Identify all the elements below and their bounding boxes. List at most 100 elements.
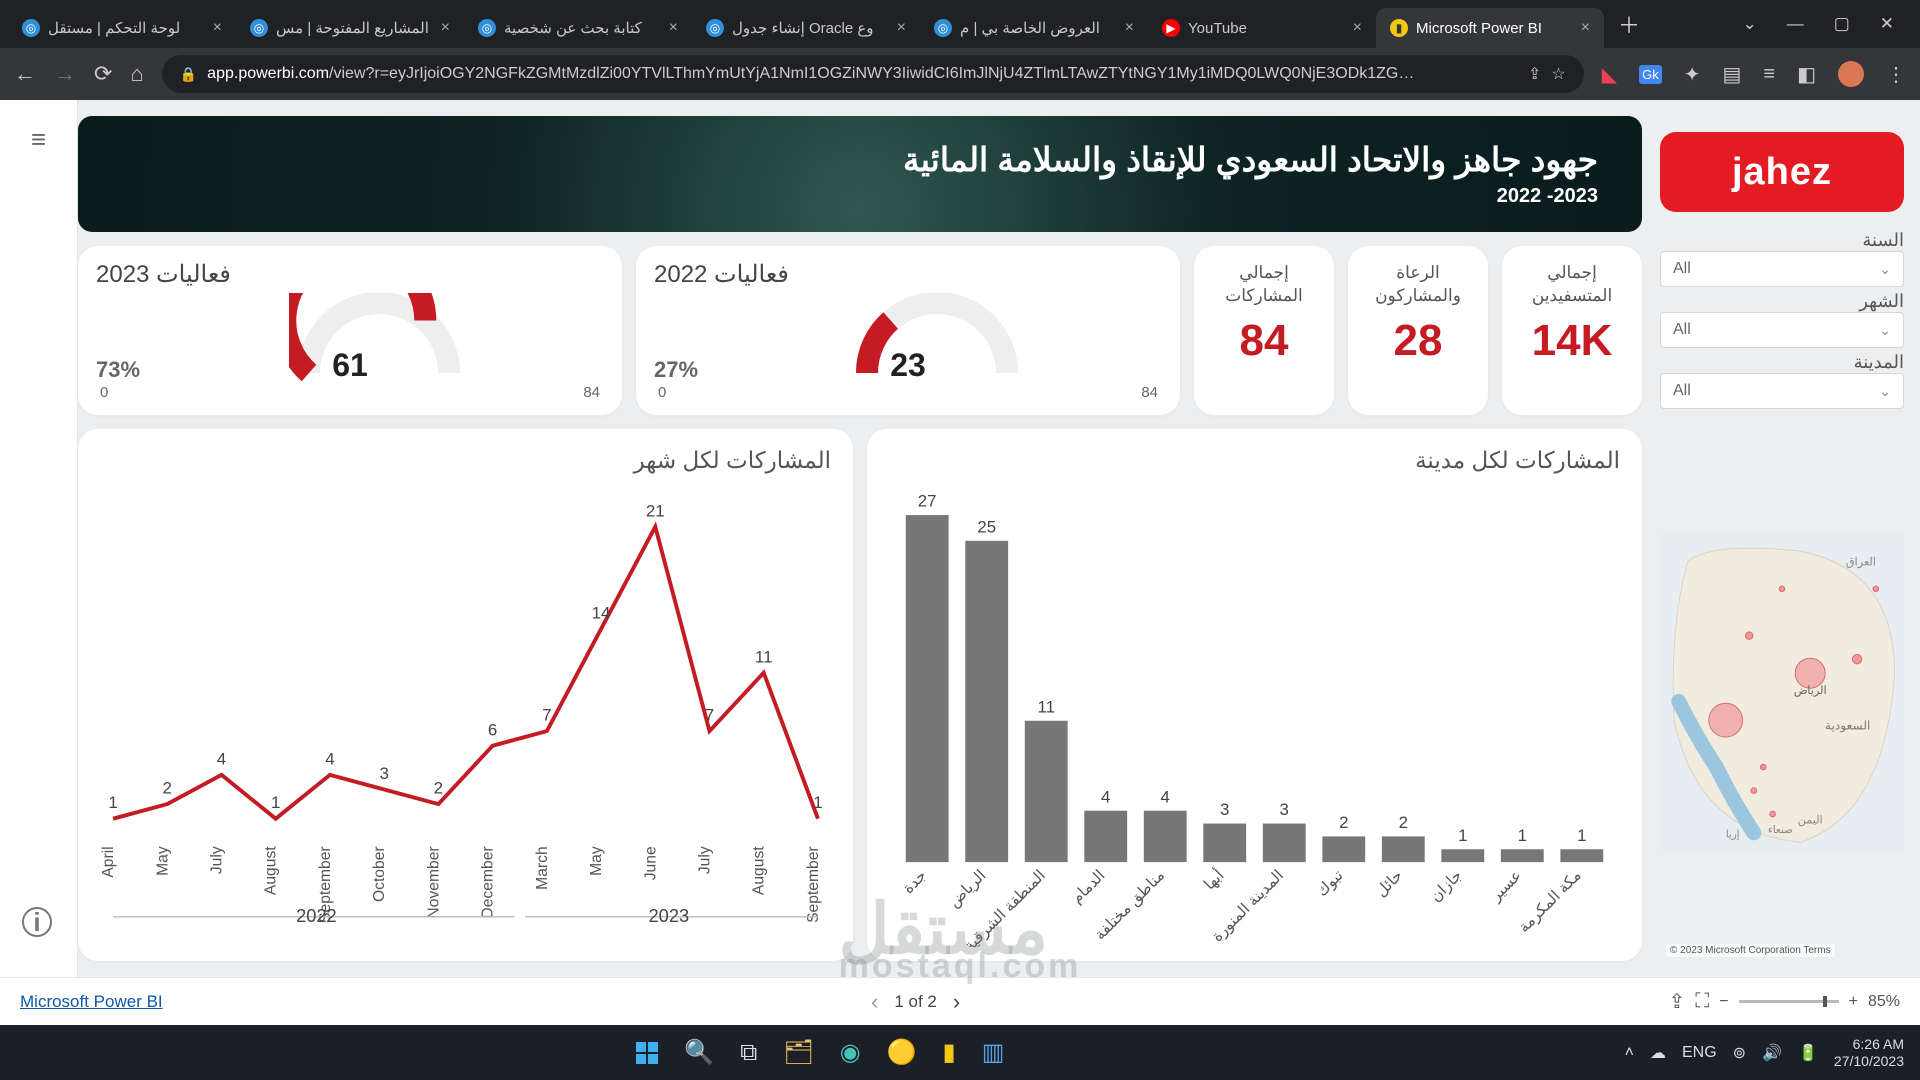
extensions-icon[interactable]: ✦ (1684, 62, 1701, 87)
explorer-icon[interactable]: 🗂 (783, 1038, 813, 1067)
share-url-icon[interactable]: ⇪ (1528, 64, 1541, 84)
stat-card[interactable]: إجمالي المتسفيدين14K (1502, 246, 1642, 415)
back-icon[interactable]: ← (14, 61, 36, 87)
svg-text:1: 1 (813, 793, 822, 812)
new-tab-button[interactable]: ＋ (1604, 8, 1654, 40)
browser-tab[interactable]: ◎المشاريع المفتوحة | مس× (236, 8, 464, 48)
notepad-icon[interactable]: ▥ (982, 1038, 1005, 1067)
slicer-dropdown[interactable]: All⌄ (1660, 312, 1904, 348)
tab-title: المشاريع المفتوحة | مس (276, 19, 433, 37)
gauge-percent: 27% (654, 357, 698, 383)
start-icon[interactable] (636, 1042, 658, 1064)
close-tab-icon[interactable]: × (1581, 19, 1590, 37)
task-view-icon[interactable]: ⧉ (740, 1039, 757, 1067)
close-tab-icon[interactable]: × (669, 19, 678, 37)
svg-text:1: 1 (271, 793, 280, 812)
url-text: app.powerbi.com/view?r=eyJrIjoiOGY2NGFkZ… (207, 65, 1518, 83)
minimize-icon[interactable]: — (1787, 14, 1804, 34)
maximize-icon[interactable]: ▢ (1834, 14, 1850, 34)
line-chart[interactable]: المشاركات لكل شهر 12414326714217111April… (78, 429, 853, 961)
svg-text:2022: 2022 (296, 905, 337, 926)
zoom-in-button[interactable]: + (1849, 993, 1858, 1011)
close-tab-icon[interactable]: × (897, 19, 906, 37)
tab-title: العروض الخاصة بي | م (960, 19, 1117, 37)
svg-text:June: June (642, 846, 659, 880)
edge-icon[interactable]: ◉ (840, 1038, 861, 1067)
svg-text:حائل: حائل (1373, 867, 1406, 900)
battery-icon[interactable]: 🔋 (1798, 1043, 1818, 1063)
close-tab-icon[interactable]: × (1353, 19, 1362, 37)
browser-tab[interactable]: ▮Microsoft Power BI× (1376, 8, 1604, 48)
tab-overview-icon[interactable]: ◧ (1797, 62, 1816, 87)
home-icon[interactable]: ⌂ (130, 61, 143, 87)
close-tab-icon[interactable]: × (1125, 19, 1134, 37)
browser-toolbar: ← → ⟳ ⌂ 🔒 app.powerbi.com/view?r=eyJrIjo… (0, 48, 1920, 100)
report-subtitle: 2022 -2023 (122, 185, 1598, 208)
gauge-card[interactable]: فعاليات 2022 27% 23 084 (636, 246, 1180, 415)
info-icon[interactable]: i (22, 907, 52, 937)
gauge-card[interactable]: فعاليات 2023 73% 61 084 (78, 246, 622, 415)
close-tab-icon[interactable]: × (441, 19, 450, 37)
svg-text:4: 4 (1101, 787, 1110, 806)
volume-icon[interactable]: 🔊 (1762, 1043, 1782, 1063)
browser-tab[interactable]: ◎إنشاء جدول Oracle وع× (692, 8, 920, 48)
slicer-value: All (1673, 260, 1691, 278)
powerbi-desktop-icon[interactable]: ▮ (943, 1038, 956, 1067)
bar-chart[interactable]: المشاركات لكل مدينة272511443322111جدةالر… (867, 429, 1642, 961)
close-tab-icon[interactable]: × (213, 19, 222, 37)
onedrive-icon[interactable]: ☁ (1650, 1043, 1666, 1063)
tray-overflow-icon[interactable]: ˄ (1625, 1044, 1634, 1062)
fullscreen-icon[interactable]: ⛶ (1695, 990, 1709, 1013)
slicer-dropdown[interactable]: All⌄ (1660, 251, 1904, 287)
sidebar-toggle-icon[interactable]: ≡ (31, 124, 46, 977)
browser-tab[interactable]: ◎العروض الخاصة بي | م× (920, 8, 1148, 48)
stat-card[interactable]: الرعاة والمشاركون28 (1348, 246, 1488, 415)
svg-text:الدمام: الدمام (1068, 867, 1108, 907)
map-visual[interactable]: العراق الرياض السعودية اليمن صنعاء إريا … (1660, 423, 1904, 961)
bookmark-icon[interactable]: ☆ (1551, 64, 1565, 84)
search-taskbar-icon[interactable]: 🔍 (684, 1038, 714, 1067)
window-dropdown-icon[interactable]: ⌄ (1742, 14, 1756, 34)
browser-tab[interactable]: ◎كتابة بحث عن شخصية× (464, 8, 692, 48)
svg-text:October: October (371, 846, 388, 902)
address-bar[interactable]: 🔒 app.powerbi.com/view?r=eyJrIjoiOGY2NGF… (162, 55, 1584, 93)
close-window-icon[interactable]: ✕ (1880, 14, 1894, 34)
browser-tab[interactable]: ▶YouTube× (1148, 8, 1376, 48)
svg-text:إريا: إريا (1726, 829, 1740, 840)
tab-title: YouTube (1188, 20, 1345, 37)
chevron-down-icon: ⌄ (1879, 383, 1891, 400)
stat-value: 14K (1512, 316, 1632, 366)
svg-text:May: May (588, 846, 605, 876)
svg-text:August: August (263, 846, 280, 895)
svg-text:1: 1 (108, 793, 117, 812)
wifi-icon[interactable]: ⊚ (1733, 1043, 1746, 1063)
powerbi-link[interactable]: Microsoft Power BI (20, 992, 163, 1012)
stat-card[interactable]: إجمالي المشاركات84 (1194, 246, 1334, 415)
kebab-menu-icon[interactable]: ⋮ (1886, 62, 1906, 87)
svg-text:2023: 2023 (649, 905, 690, 926)
zoom-out-button[interactable]: − (1719, 993, 1728, 1011)
gauge-value: 61 (96, 347, 604, 384)
chrome-icon[interactable]: 🟡 (887, 1038, 917, 1067)
zoom-slider[interactable] (1739, 1000, 1839, 1003)
translate-icon[interactable]: Gk (1639, 65, 1662, 84)
reload-icon[interactable]: ⟳ (94, 61, 112, 87)
page-indicator: 1 of 2 (894, 992, 937, 1012)
svg-text:11: 11 (1037, 697, 1055, 716)
next-page-button[interactable]: › (953, 989, 960, 1015)
reading-list-icon[interactable]: ▤ (1723, 62, 1742, 87)
language-indicator[interactable]: ENG (1682, 1044, 1717, 1062)
share-report-icon[interactable]: ⇪ (1669, 989, 1686, 1014)
clock[interactable]: 6:26 AM27/10/2023 (1834, 1036, 1904, 1070)
browser-tab[interactable]: ◎لوحة التحكم | مستقل× (8, 8, 236, 48)
svg-text:4: 4 (217, 749, 226, 768)
prev-page-button[interactable]: ‹ (871, 989, 878, 1015)
pocket-icon[interactable]: ◣ (1602, 62, 1617, 87)
svg-text:2: 2 (1339, 813, 1348, 832)
slicer-dropdown[interactable]: All⌄ (1660, 373, 1904, 409)
profile-avatar[interactable] (1838, 61, 1864, 87)
svg-text:2: 2 (434, 779, 443, 798)
side-panel-icon[interactable]: ≡ (1763, 63, 1775, 86)
svg-text:21: 21 (646, 501, 665, 520)
brand-logo: jahez (1660, 132, 1904, 212)
